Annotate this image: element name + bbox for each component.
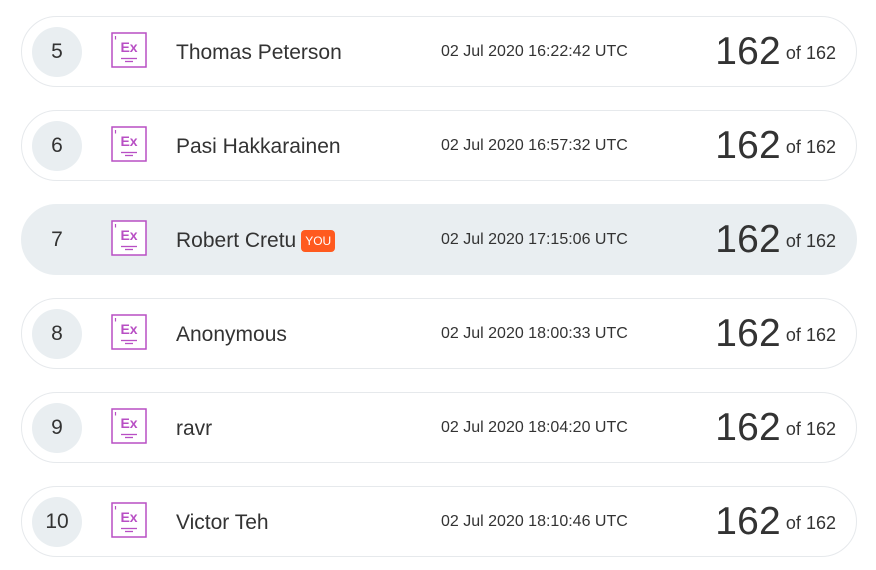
leaderboard-row[interactable]: 9 Ex ravr 02 Jul 2020 18:04:20 UTC 162 o… xyxy=(21,392,857,463)
of-label: of xyxy=(785,137,801,157)
score: 162 xyxy=(715,217,781,261)
leaderboard: 5 Ex Thomas Peterson 02 Jul 2020 16:22:4… xyxy=(0,0,876,570)
player-name-group: Robert Cretu YOU xyxy=(176,205,336,276)
player-name: Thomas Peterson xyxy=(176,40,342,64)
of-label: of xyxy=(785,513,801,533)
player-name: Victor Teh xyxy=(176,510,269,534)
score-group: 162 of 162 xyxy=(715,205,836,274)
completion-time: 02 Jul 2020 16:22:42 UTC xyxy=(441,43,628,60)
completion-time: 02 Jul 2020 16:57:32 UTC xyxy=(441,137,628,154)
badge-text: Ex xyxy=(120,133,137,149)
badge-text: Ex xyxy=(120,227,137,243)
completion-time: 02 Jul 2020 18:10:46 UTC xyxy=(441,513,628,530)
score-total: of 162 xyxy=(786,325,836,346)
score: 162 xyxy=(715,405,781,449)
score-group: 162 of 162 xyxy=(715,111,836,180)
score: 162 xyxy=(715,29,781,73)
player-name: Anonymous xyxy=(176,322,287,346)
badge-text: Ex xyxy=(120,415,137,431)
of-label: of xyxy=(785,419,801,439)
player-name: Pasi Hakkarainen xyxy=(176,134,341,158)
rank-number: 10 xyxy=(32,497,82,547)
player-name-group: Thomas Peterson xyxy=(176,17,342,88)
total-value: 162 xyxy=(805,137,836,157)
leaderboard-row[interactable]: 10 Ex Victor Teh 02 Jul 2020 18:10:46 UT… xyxy=(21,486,857,557)
you-badge: YOU xyxy=(301,229,336,252)
completion-time: 02 Jul 2020 17:15:06 UTC xyxy=(441,231,628,248)
total-value: 162 xyxy=(805,419,836,439)
score-group: 162 of 162 xyxy=(715,393,836,462)
score-total: of 162 xyxy=(786,419,836,440)
score-total: of 162 xyxy=(786,513,836,534)
leaderboard-row[interactable]: 6 Ex Pasi Hakkarainen 02 Jul 2020 16:57:… xyxy=(21,110,857,181)
badge-text: Ex xyxy=(120,509,137,525)
score: 162 xyxy=(715,311,781,355)
player-name: ravr xyxy=(176,416,213,440)
total-value: 162 xyxy=(805,513,836,533)
score-group: 162 of 162 xyxy=(715,299,836,368)
player-name-group: Pasi Hakkarainen xyxy=(176,111,341,182)
score: 162 xyxy=(715,123,781,167)
rank-number: 8 xyxy=(32,309,82,359)
player-name: Robert Cretu xyxy=(176,228,297,252)
leaderboard-row[interactable]: 8 Ex Anonymous 02 Jul 2020 18:00:33 UTC … xyxy=(21,298,857,369)
of-label: of xyxy=(785,325,801,345)
badge-text: Ex xyxy=(120,39,137,55)
total-value: 162 xyxy=(805,325,836,345)
total-value: 162 xyxy=(805,231,836,251)
score-total: of 162 xyxy=(786,43,836,64)
score-group: 162 of 162 xyxy=(715,487,836,556)
of-label: of xyxy=(785,43,801,63)
score-group: 162 of 162 xyxy=(715,17,836,86)
badge-text: Ex xyxy=(120,321,137,337)
score-total: of 162 xyxy=(786,231,836,252)
ex-badge-icon: Ex xyxy=(111,126,147,162)
leaderboard-row[interactable]: 5 Ex Thomas Peterson 02 Jul 2020 16:22:4… xyxy=(21,16,857,87)
player-name-group: ravr xyxy=(176,393,212,464)
ex-badge-icon: Ex xyxy=(111,32,147,68)
score-total: of 162 xyxy=(786,137,836,158)
ex-badge-icon: Ex xyxy=(111,220,147,256)
leaderboard-row-current-user[interactable]: 7 Ex Robert Cretu YOU 02 Jul 2020 17:15:… xyxy=(21,204,857,275)
player-name-group: Victor Teh xyxy=(176,487,269,558)
total-value: 162 xyxy=(805,43,836,63)
ex-badge-icon: Ex xyxy=(111,408,147,444)
rank-number: 9 xyxy=(32,403,82,453)
rank-number: 5 xyxy=(32,27,82,77)
completion-time: 02 Jul 2020 18:00:33 UTC xyxy=(441,325,628,342)
completion-time: 02 Jul 2020 18:04:20 UTC xyxy=(441,419,628,436)
score: 162 xyxy=(715,499,781,543)
rank-number: 6 xyxy=(32,121,82,171)
ex-badge-icon: Ex xyxy=(111,502,147,538)
player-name-group: Anonymous xyxy=(176,299,287,370)
ex-badge-icon: Ex xyxy=(111,314,147,350)
of-label: of xyxy=(785,231,801,251)
rank-number: 7 xyxy=(51,228,63,251)
